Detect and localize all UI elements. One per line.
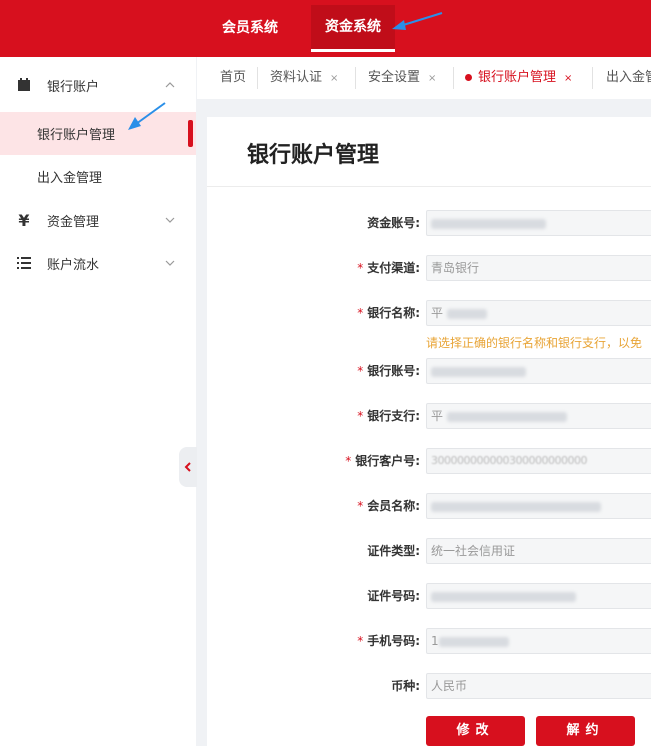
nav-fund-system[interactable]: 资金系统	[311, 5, 395, 52]
nav-member-system[interactable]: 会员系统	[208, 5, 292, 52]
bank-name-label: * 银行名称:	[357, 306, 420, 320]
tab-label: 银行账户管理	[478, 70, 557, 85]
close-icon[interactable]: ×	[564, 73, 572, 84]
bank-branch-select[interactable]: 平	[426, 403, 651, 429]
sidebar-subitem-deposit-withdraw[interactable]: 出入金管理	[0, 155, 196, 198]
annotation-arrow-icon	[128, 102, 166, 130]
tab-home[interactable]: 首页	[220, 65, 246, 91]
sidebar-collapse-button[interactable]	[179, 447, 197, 487]
bank-account-no-input[interactable]	[426, 358, 651, 384]
annotation-arrow-icon	[392, 12, 443, 30]
cert-type-input[interactable]: 统一社会信用证	[426, 538, 651, 564]
member-name-label: * 会员名称:	[357, 499, 420, 513]
top-nav-bar: 会员系统 资金系统	[0, 0, 651, 57]
yen-icon: ¥	[18, 210, 30, 230]
tabs-bar: 首页 资料认证 × 安全设置 × 银行账户管理 × 出入金管	[197, 57, 651, 99]
phone-input[interactable]: 1	[426, 628, 651, 654]
pay-channel-input[interactable]: 青岛银行	[426, 255, 651, 281]
close-icon[interactable]: ×	[330, 73, 338, 84]
main-content: 银行账户管理 资金账号: * 支付渠道: 青岛银行 * 银行名称: 平 请选择正确的…	[207, 117, 651, 746]
fund-account-input[interactable]	[426, 210, 651, 236]
sidebar-item-label: 账户流水	[47, 257, 100, 273]
chevron-up-icon	[164, 79, 176, 91]
bank-customer-no-input[interactable]: 300000000000300000000000	[426, 448, 651, 474]
member-name-input[interactable]	[426, 493, 651, 519]
chevron-down-icon	[164, 257, 176, 269]
tab-divider	[355, 67, 356, 89]
sidebar-item-account-flow[interactable]: 账户流水	[0, 241, 196, 285]
tab-divider	[257, 67, 258, 89]
folder-icon	[16, 77, 32, 93]
unbind-button[interactable]: 解约	[536, 716, 635, 746]
cert-type-label: 证件类型:	[367, 544, 420, 558]
tab-divider	[453, 67, 454, 89]
tab-label: 首页	[220, 70, 247, 85]
tab-divider	[592, 67, 593, 89]
bank-name-hint: 请选择正确的银行名称和银行支行，以免	[426, 336, 643, 350]
currency-label: 币种:	[391, 679, 420, 693]
cert-no-label: 证件号码:	[367, 589, 420, 603]
sidebar-item-label: 资金管理	[47, 214, 100, 230]
active-indicator	[188, 120, 193, 147]
close-icon[interactable]: ×	[428, 73, 436, 84]
chevron-left-icon	[184, 462, 191, 472]
tab-security[interactable]: 安全设置 ×	[368, 65, 436, 91]
pay-channel-label: * 支付渠道:	[357, 261, 420, 275]
bank-account-no-label: * 银行账号:	[357, 364, 420, 378]
sidebar-subitem-label: 银行账户管理	[37, 128, 116, 143]
tab-label: 出入金管	[606, 70, 651, 85]
active-dot-icon	[465, 74, 472, 81]
tab-cert[interactable]: 资料认证 ×	[270, 65, 338, 91]
bank-branch-label: * 银行支行:	[357, 409, 420, 423]
sidebar-subitem-label: 出入金管理	[37, 171, 103, 186]
sidebar: 银行账户 银行账户管理 出入金管理 ¥ 资金管理 账户流水	[0, 57, 196, 746]
chevron-down-icon	[164, 214, 176, 226]
modify-button[interactable]: 修改	[426, 716, 525, 746]
sidebar-item-label: 银行账户	[47, 79, 100, 95]
cert-no-input[interactable]	[426, 583, 651, 609]
list-icon	[16, 255, 32, 271]
bank-customer-no-label: * 银行客户号:	[345, 454, 420, 468]
tab-label: 安全设置	[368, 70, 421, 85]
tab-label: 资料认证	[270, 70, 323, 85]
tab-deposit[interactable]: 出入金管	[606, 65, 651, 91]
sidebar-item-fund-manage[interactable]: ¥ 资金管理	[0, 198, 196, 242]
page-title: 银行账户管理	[247, 143, 380, 168]
divider	[207, 186, 651, 187]
currency-input[interactable]: 人民币	[426, 673, 651, 699]
tab-bank-account-manage[interactable]: 银行账户管理 ×	[465, 65, 572, 91]
fund-account-label: 资金账号:	[367, 216, 420, 230]
phone-label: * 手机号码:	[357, 634, 420, 648]
bank-name-select[interactable]: 平	[426, 300, 651, 326]
